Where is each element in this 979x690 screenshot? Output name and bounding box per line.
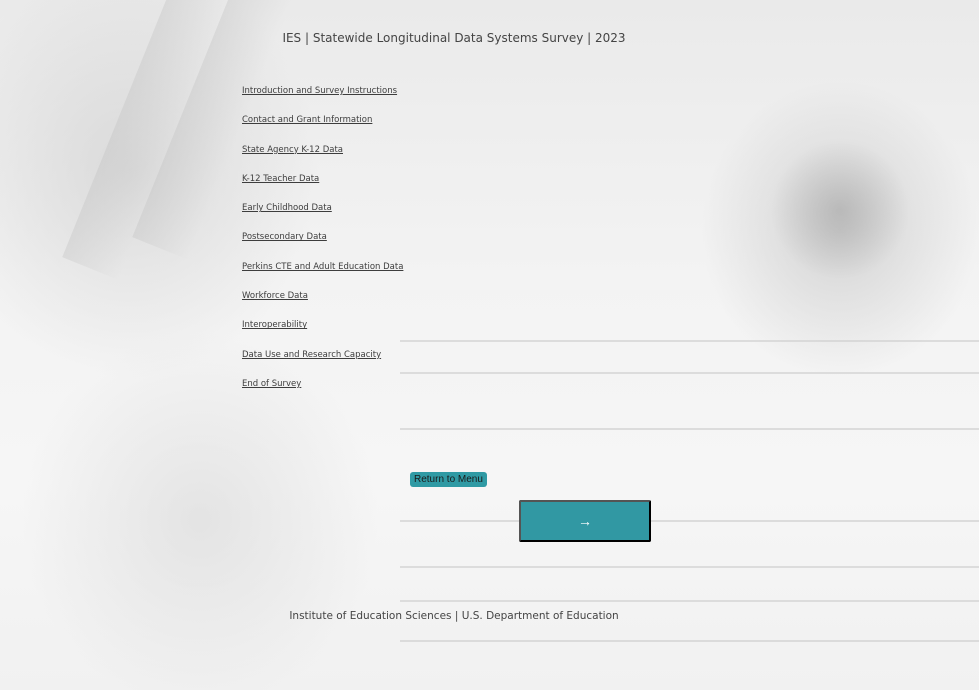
menu-link-workforce[interactable]: Workforce Data xyxy=(242,290,403,319)
menu-link-postsecondary[interactable]: Postsecondary Data xyxy=(242,231,403,260)
menu-link-perkins-cte[interactable]: Perkins CTE and Adult Education Data xyxy=(242,261,403,290)
arrow-right-icon: → xyxy=(578,513,592,529)
menu-link-contact-grant[interactable]: Contact and Grant Information xyxy=(242,114,403,143)
survey-section-menu: Introduction and Survey Instructions Con… xyxy=(242,85,403,407)
menu-link-interoperability[interactable]: Interoperability xyxy=(242,319,403,348)
next-button[interactable]: → xyxy=(519,500,651,542)
return-to-menu-button[interactable]: Return to Menu xyxy=(410,472,487,487)
menu-link-introduction[interactable]: Introduction and Survey Instructions xyxy=(242,85,403,114)
menu-link-data-use-research[interactable]: Data Use and Research Capacity xyxy=(242,349,403,378)
page-title: IES | Statewide Longitudinal Data System… xyxy=(282,31,626,45)
survey-page: IES | Statewide Longitudinal Data System… xyxy=(0,0,979,690)
menu-link-state-agency-k12[interactable]: State Agency K-12 Data xyxy=(242,144,403,173)
menu-link-early-childhood[interactable]: Early Childhood Data xyxy=(242,202,403,231)
footer-text: Institute of Education Sciences | U.S. D… xyxy=(289,610,619,622)
menu-link-k12-teacher[interactable]: K-12 Teacher Data xyxy=(242,173,403,202)
menu-link-end-of-survey[interactable]: End of Survey xyxy=(242,378,403,407)
